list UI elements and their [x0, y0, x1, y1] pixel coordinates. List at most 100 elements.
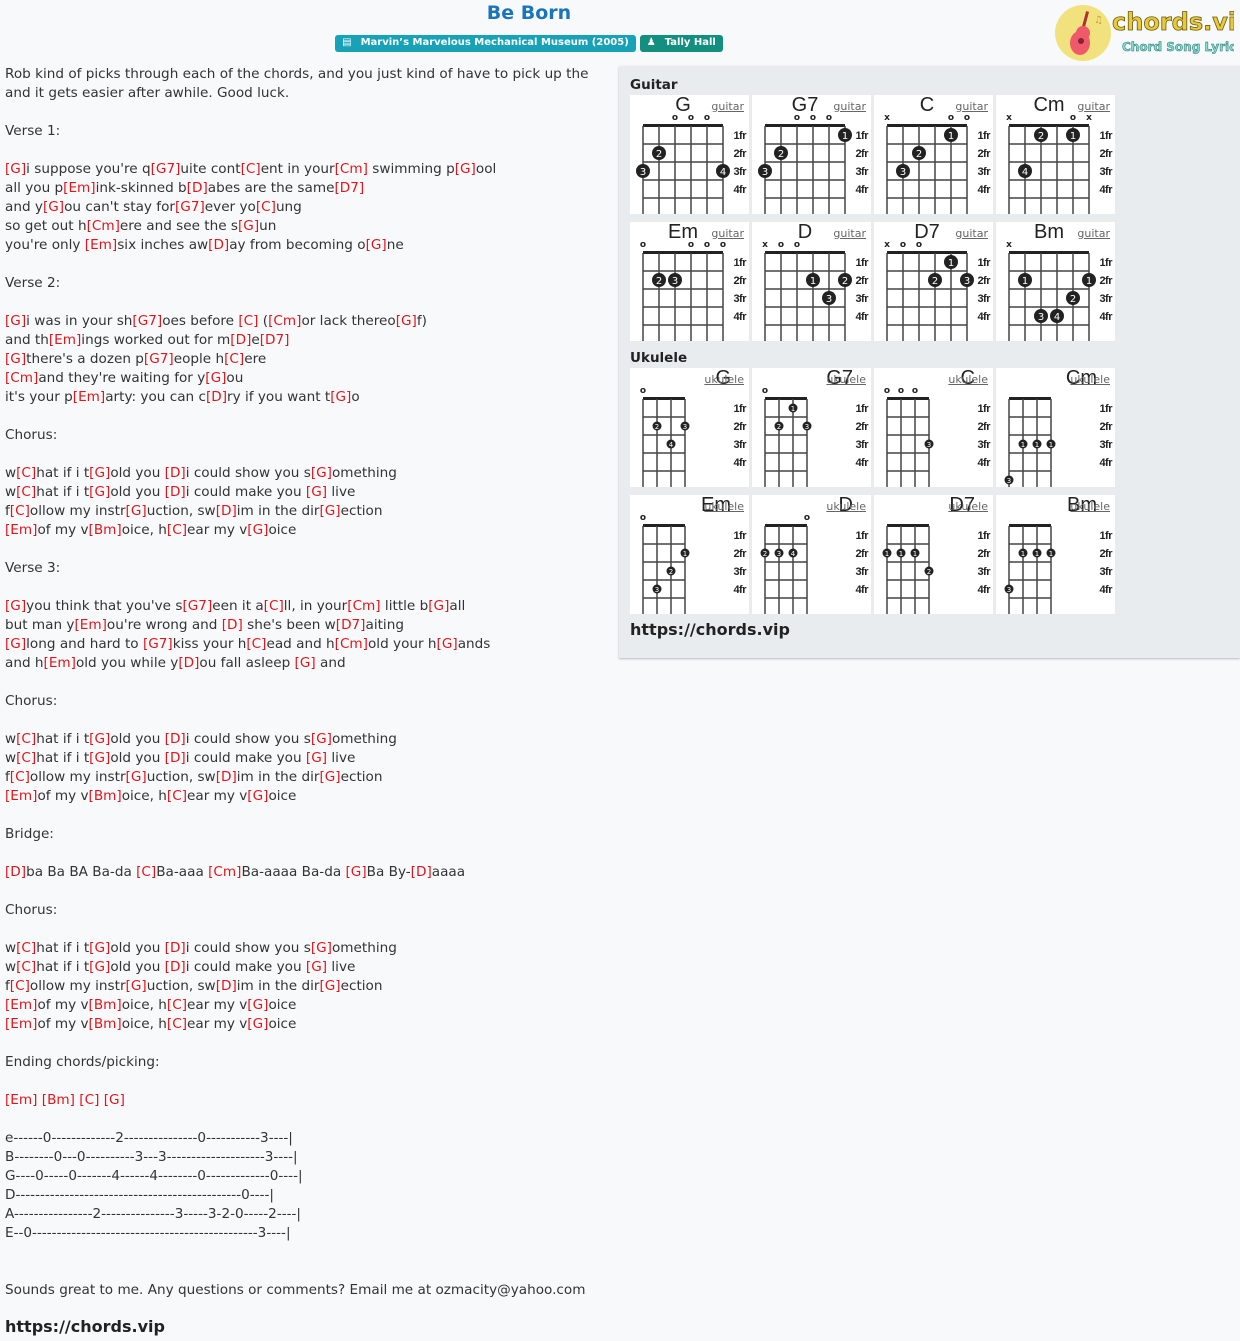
chord-link[interactable]: [Em]	[63, 180, 95, 196]
footer-url[interactable]: https://chords.vip	[5, 1317, 165, 1336]
chord-link[interactable]: [G]	[89, 959, 110, 975]
ukulele-chord-g7[interactable]: G7 ukulele 1fr 2fr 3fr 4fr o 1 2 3	[752, 367, 871, 487]
chord-link[interactable]: [Bm]	[89, 997, 122, 1013]
chord-link[interactable]: [G]	[306, 959, 327, 975]
chord-link[interactable]: [D]	[208, 237, 229, 253]
album-badge[interactable]: ▤ Marvin’s Marvelous Mechanical Museum (2…	[335, 35, 636, 52]
chord-link[interactable]: [Em]	[5, 788, 37, 804]
chord-link[interactable]: [G]	[247, 788, 268, 804]
chord-link[interactable]: [G7]	[132, 313, 162, 329]
chord-link[interactable]: [G]	[311, 731, 332, 747]
chord-link[interactable]: [D]	[411, 864, 432, 880]
guitar-chord-g7[interactable]: G7 guitar 1fr 2fr 3fr 4fr o o o 1 2 3	[752, 94, 871, 214]
chord-link[interactable]: [G]	[319, 978, 340, 994]
chord-link[interactable]: [G]	[247, 522, 268, 538]
guitar-chord-em[interactable]: Em guitar 1fr 2fr 3fr 4fr o o o o 2 3	[630, 221, 749, 341]
chord-link[interactable]: [D]	[165, 940, 186, 956]
chord-link[interactable]: [G]	[428, 598, 449, 614]
chord-link[interactable]: [G]	[319, 769, 340, 785]
chord-link[interactable]: [G]	[126, 978, 147, 994]
chord-link[interactable]: [Em]	[73, 389, 105, 405]
guitar-chord-g[interactable]: Gguitar 1fr 2fr 3fr 4fr o o o 2 3 4	[630, 94, 749, 214]
chord-link[interactable]: [G]	[104, 1092, 125, 1108]
chord-link[interactable]: [C]	[246, 636, 266, 652]
chord-link[interactable]: [D7]	[260, 332, 290, 348]
chord-link[interactable]: [G]	[319, 503, 340, 519]
chord-link[interactable]: [G]	[455, 161, 476, 177]
guitar-chord-cm[interactable]: Cm guitar 1fr 2fr 3fr 4fr x o x 2 1 4	[996, 94, 1115, 214]
chord-link[interactable]: [C]	[238, 313, 258, 329]
chord-link[interactable]: [Cm]	[87, 218, 120, 234]
chord-link[interactable]: [C]	[224, 351, 244, 367]
chord-link[interactable]: [D]	[165, 484, 186, 500]
chord-link[interactable]: [Bm]	[89, 522, 122, 538]
chord-link[interactable]: [C]	[167, 997, 187, 1013]
chord-link[interactable]: [D]	[165, 959, 186, 975]
chord-link[interactable]: [D]	[178, 655, 199, 671]
chord-link[interactable]: [G]	[346, 864, 367, 880]
ukulele-chord-em[interactable]: Em ukulele 1fr 2fr 3fr 4fr o 1 2 3	[630, 494, 749, 614]
chord-link[interactable]: [D]	[216, 978, 237, 994]
chord-link[interactable]: [Em]	[5, 1092, 37, 1108]
chord-link[interactable]: [Cm]	[335, 161, 368, 177]
chord-link[interactable]: [Bm]	[89, 788, 122, 804]
chord-link[interactable]: [D]	[206, 389, 227, 405]
chord-link[interactable]: [D]	[165, 465, 186, 481]
ukulele-chord-bm[interactable]: Bm ukulele 1fr 2fr 3fr 4fr 1 1 1 3	[996, 494, 1115, 614]
chord-link[interactable]: [C]	[136, 864, 156, 880]
chord-link[interactable]: [D]	[230, 332, 251, 348]
chord-link[interactable]: [C]	[79, 1092, 99, 1108]
chord-link[interactable]: [G]	[238, 218, 259, 234]
chord-link[interactable]: [Cm]	[335, 636, 368, 652]
ukulele-chord-cm[interactable]: Cm ukulele 1fr 2fr 3fr 4fr 1 1 1 3	[996, 367, 1115, 487]
chord-link[interactable]: [C]	[264, 598, 284, 614]
chord-link[interactable]: [C]	[10, 978, 30, 994]
chord-link[interactable]: [G]	[5, 598, 26, 614]
guitar-chord-c[interactable]: Cguitar 1fr 2fr 3fr 4fr x o o 1 2 3	[874, 94, 993, 214]
guitar-chord-d7[interactable]: D7 guitar 1fr 2fr 3fr 4fr x o o 1 2 3	[874, 221, 993, 341]
chord-link[interactable]: [Cm]	[268, 313, 301, 329]
chord-link[interactable]: [Em]	[5, 522, 37, 538]
chord-link[interactable]: [Cm]	[208, 864, 241, 880]
chord-link[interactable]: [G]	[330, 389, 351, 405]
chord-link[interactable]: [C]	[16, 959, 36, 975]
chord-link[interactable]: [C]	[16, 484, 36, 500]
ukulele-chord-c[interactable]: Cukulele 1fr 2fr 3fr 4fr o o o 3	[874, 367, 993, 487]
chord-link[interactable]: [C]	[16, 465, 36, 481]
artist-badge[interactable]: ♟ Tally Hall	[639, 35, 723, 52]
chord-link[interactable]: [G]	[89, 484, 110, 500]
chord-link[interactable]: [Em]	[49, 332, 81, 348]
chord-link[interactable]: [G]	[306, 484, 327, 500]
chord-link[interactable]: [G]	[89, 465, 110, 481]
chord-link[interactable]: [Cm]	[5, 370, 38, 386]
guitar-chord-bm[interactable]: Bm guitar 1fr 2fr 3fr 4fr x 1 1 2 3 4	[996, 221, 1115, 341]
ukulele-chord-g[interactable]: Gukulele 1fr 2fr 3fr 4fr o 2 3 4	[630, 367, 749, 487]
chord-link[interactable]: [G]	[437, 636, 458, 652]
chord-link[interactable]: [G]	[5, 351, 26, 367]
chord-link[interactable]: [Bm]	[89, 1016, 122, 1032]
chord-link[interactable]: [G7]	[175, 199, 205, 215]
chord-link[interactable]: [D7]	[336, 617, 366, 633]
chord-link[interactable]: [G]	[5, 313, 26, 329]
chord-link[interactable]: [D]	[165, 750, 186, 766]
chord-link[interactable]: [Em]	[5, 1016, 37, 1032]
chord-link[interactable]: [G]	[396, 313, 417, 329]
chord-link[interactable]: [Em]	[44, 655, 76, 671]
site-logo[interactable]: ♫ chords.vip Chord Song Lyric	[1054, 3, 1240, 61]
chord-link[interactable]: [G]	[126, 769, 147, 785]
guitar-chord-d[interactable]: Dguitar 1fr 2fr 3fr 4fr x o o 1 2 3	[752, 221, 871, 341]
chord-link[interactable]: [G]	[295, 655, 316, 671]
chord-link[interactable]: [G]	[43, 199, 64, 215]
chord-link[interactable]: [G]	[89, 940, 110, 956]
chord-link[interactable]: [G]	[311, 465, 332, 481]
chord-link[interactable]: [C]	[10, 503, 30, 519]
chord-link[interactable]: [D]	[222, 617, 243, 633]
chord-link[interactable]: [C]	[167, 788, 187, 804]
chord-link[interactable]: [G7]	[151, 161, 181, 177]
chord-link[interactable]: [G]	[366, 237, 387, 253]
chord-link[interactable]: [Em]	[5, 997, 37, 1013]
chord-link[interactable]: [G]	[247, 1016, 268, 1032]
chord-link[interactable]: [C]	[167, 522, 187, 538]
chord-link[interactable]: [C]	[16, 940, 36, 956]
chord-link[interactable]: [D]	[165, 731, 186, 747]
